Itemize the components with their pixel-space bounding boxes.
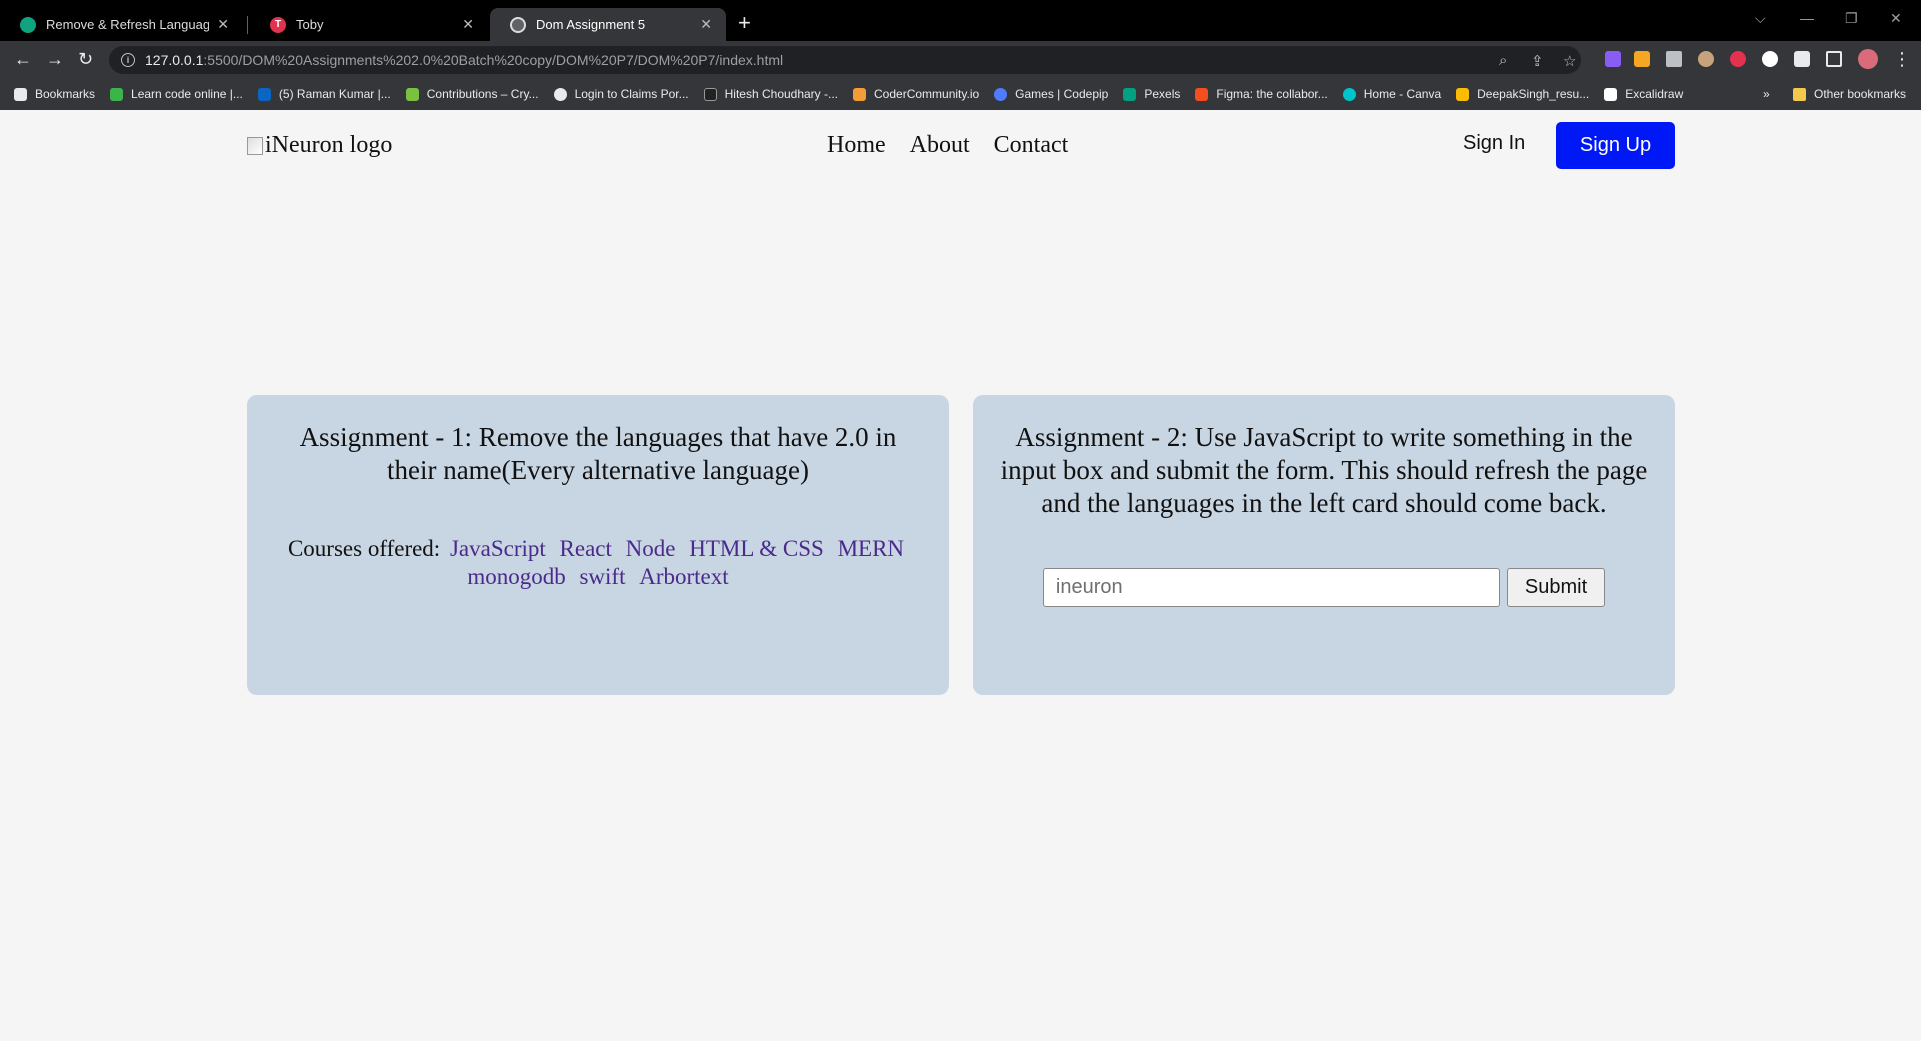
forward-icon[interactable]: →	[46, 49, 64, 69]
bookmark-item[interactable]: (5) Raman Kumar |...	[257, 87, 391, 101]
sign-up-button[interactable]: Sign Up	[1556, 122, 1675, 169]
linkedin-icon	[257, 87, 271, 101]
reload-icon[interactable]: ↻	[78, 49, 93, 69]
tab-dom-assignment-5[interactable]: Dom Assignment 5 ✕	[490, 8, 726, 41]
close-icon[interactable]: ✕	[462, 16, 474, 33]
bookmark-icon	[110, 87, 124, 101]
language-item: JavaScript	[449, 536, 546, 561]
url-path: :5500/DOM%20Assignments%202.0%20Batch%20…	[203, 52, 784, 68]
star-icon[interactable]: ☆	[1563, 52, 1576, 70]
share-icon[interactable]: ⇪	[1531, 52, 1544, 70]
bookmark-item[interactable]: Excalidraw	[1604, 87, 1683, 101]
pocket-extension-icon[interactable]	[1762, 51, 1778, 67]
minimize-icon[interactable]: —	[1800, 10, 1814, 26]
page: iNeuron logo Home About Contact Sign In …	[0, 110, 1921, 1041]
logo[interactable]: iNeuron logo	[247, 132, 392, 159]
language-form: Submit	[973, 568, 1675, 607]
bookmark-icon	[994, 87, 1008, 101]
nav-link-home[interactable]: Home	[827, 132, 886, 159]
courses-label: Courses offered:	[287, 536, 441, 561]
bookmark-icon	[703, 87, 717, 101]
pen-extension-icon[interactable]	[1634, 51, 1650, 67]
language-item: swift	[579, 564, 626, 589]
extension-icon[interactable]	[1605, 51, 1621, 67]
nav-link-about[interactable]: About	[910, 132, 970, 159]
bookmark-item[interactable]: CoderCommunity.io	[853, 87, 979, 101]
bookmark-item[interactable]: Login to Claims Por...	[553, 87, 689, 101]
toby-extension-icon[interactable]	[1730, 51, 1746, 67]
star-icon	[14, 87, 27, 101]
figma-icon	[1195, 87, 1209, 101]
bookmark-item[interactable]: Hitesh Choudhary -...	[703, 87, 838, 101]
assignment-1-heading: Assignment - 1: Remove the languages tha…	[299, 422, 897, 485]
restore-icon[interactable]: ❐	[1845, 10, 1858, 27]
bookmark-item[interactable]: Contributions – Cry...	[405, 87, 539, 101]
language-item: Node	[625, 536, 676, 561]
bookmark-item[interactable]: Learn code online |...	[110, 87, 243, 101]
globe-icon	[510, 16, 526, 33]
back-icon[interactable]: ←	[14, 49, 32, 69]
courses-list: Courses offered: JavaScript React Node H…	[247, 535, 949, 591]
nav-links: Home About Contact	[827, 132, 1068, 159]
chatgpt-icon	[20, 16, 36, 33]
bookmark-item[interactable]: Figma: the collabor...	[1195, 87, 1328, 101]
more-bookmarks-icon[interactable]: »	[1763, 78, 1770, 110]
logo-alt-text: iNeuron logo	[265, 132, 393, 158]
assignment-2-card: Assignment - 2: Use JavaScript to write …	[973, 395, 1675, 695]
close-icon[interactable]: ✕	[217, 16, 229, 33]
tab-remove-refresh-languages[interactable]: Remove & Refresh Languages ✕	[0, 8, 243, 41]
bookmark-item[interactable]: Pexels	[1123, 87, 1180, 101]
language-input[interactable]	[1042, 568, 1500, 607]
site-navbar: iNeuron logo Home About Contact Sign In …	[247, 122, 1675, 170]
close-icon[interactable]: ✕	[700, 16, 712, 33]
tab-search-icon[interactable]: ⌵	[1755, 10, 1766, 27]
language-item: React	[559, 536, 612, 561]
menu-icon[interactable]: ⋮	[1893, 49, 1911, 69]
submit-button[interactable]: Submit	[1506, 568, 1606, 607]
tab-title: Remove & Refresh Languages	[46, 17, 210, 32]
eyes-extension-icon[interactable]	[1698, 51, 1714, 67]
zoom-icon[interactable]: ⌕	[1499, 52, 1507, 69]
language-item: MERN	[837, 536, 905, 561]
sign-in-link[interactable]: Sign In	[1463, 132, 1525, 155]
tab-title: Dom Assignment 5	[536, 17, 646, 32]
window-extension-icon[interactable]	[1666, 51, 1682, 67]
bookmark-item[interactable]: Bookmarks	[14, 87, 95, 101]
other-bookmarks[interactable]: Other bookmarks	[1793, 78, 1906, 110]
excalidraw-icon	[1604, 87, 1618, 101]
tab-divider	[247, 16, 248, 34]
bookmark-item[interactable]: Games | Codepip	[994, 87, 1108, 101]
globe-icon	[553, 87, 567, 101]
bookmarks-bar: Bookmarks Learn code online |... (5) Ram…	[0, 78, 1921, 110]
new-tab-icon[interactable]: +	[738, 12, 751, 34]
browser-toolbar: ← → ↻ i 127.0.0.1 :5500/DOM%20Assignment…	[0, 41, 1921, 78]
braces-icon	[853, 87, 867, 101]
language-item: monogodb	[467, 564, 566, 589]
folder-icon	[1793, 87, 1806, 101]
language-item: HTML & CSS	[689, 536, 824, 561]
tab-strip: Remove & Refresh Languages ✕ T Toby ✕ Do…	[0, 0, 1921, 41]
toby-icon: T	[270, 16, 286, 33]
broken-image-icon	[247, 136, 263, 155]
assignment-2-heading: Assignment - 2: Use JavaScript to write …	[1000, 422, 1648, 518]
address-bar[interactable]: i 127.0.0.1 :5500/DOM%20Assignments%202.…	[109, 46, 1581, 74]
canva-icon	[1342, 87, 1356, 101]
bookmark-item[interactable]: Home - Canva	[1342, 87, 1441, 101]
assignment-1-card: Assignment - 1: Remove the languages tha…	[247, 395, 949, 695]
language-item: Arbortext	[639, 564, 729, 589]
tab-title: Toby	[296, 17, 324, 32]
bookmark-item[interactable]: DeepakSingh_resu...	[1456, 87, 1589, 101]
close-window-icon[interactable]: ✕	[1890, 10, 1902, 27]
url-host: 127.0.0.1	[145, 52, 204, 68]
side-panel-icon[interactable]	[1826, 51, 1842, 67]
nav-link-contact[interactable]: Contact	[994, 132, 1069, 159]
info-icon[interactable]: i	[121, 53, 135, 67]
avatar[interactable]	[1858, 49, 1878, 69]
tab-toby[interactable]: T Toby ✕	[250, 8, 488, 41]
drive-icon	[1456, 87, 1470, 101]
puzzle-icon[interactable]	[1794, 51, 1810, 67]
pexels-icon	[1123, 87, 1137, 101]
bookmark-icon	[405, 87, 419, 101]
